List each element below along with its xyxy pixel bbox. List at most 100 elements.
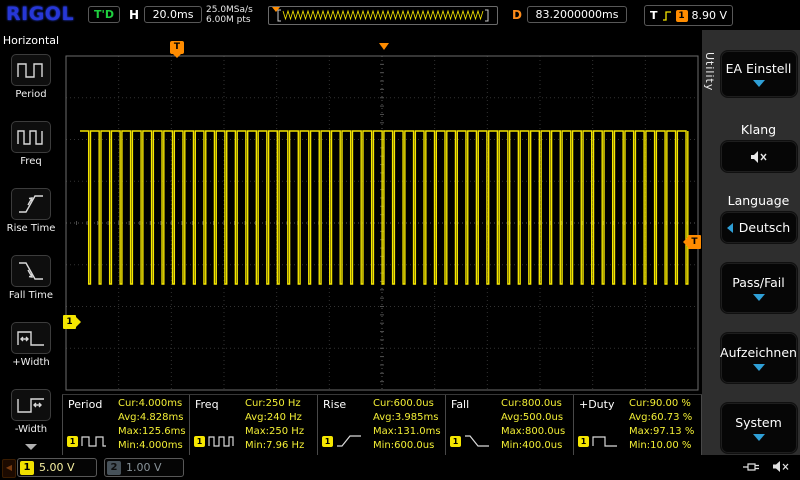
freq-avg: Avg:240 Hz (245, 411, 304, 425)
preview-waveform-icon (269, 8, 495, 23)
system-button[interactable]: System (720, 402, 798, 454)
duty-min: Min:10.00 % (629, 439, 694, 453)
rise-cur: Cur:600.0us (373, 397, 441, 411)
trigger-level-value: 8.90 V (692, 9, 728, 22)
freq-cur: Cur:250 Hz (245, 397, 304, 411)
utility-menu: Utility EA Einstell Klang Language Deuts… (702, 30, 800, 455)
klang-label: Klang (741, 122, 776, 137)
sample-rate: 25.0MSa/s (206, 5, 253, 15)
measurement-values: Cur:800.0us Avg:500.0us Max:800.0us Min:… (501, 397, 565, 453)
measure-item-label: Freq (20, 156, 41, 167)
aufzeichnen-button[interactable]: Aufzeichnen (720, 332, 798, 384)
channel1-offset-marker[interactable]: 1 (63, 315, 76, 329)
measure-item-rise-time[interactable]: Rise Time (7, 183, 56, 250)
period-avg: Avg:4.828ms (118, 411, 186, 425)
menu-collapse-button[interactable]: ◀ (2, 459, 16, 478)
fall-max: Max:800.0us (501, 425, 565, 439)
statusbar-icons (742, 460, 790, 473)
trigger-position-arrow (379, 43, 389, 50)
chevron-down-icon (753, 364, 765, 371)
period-icon (11, 54, 51, 86)
klang-mute-button[interactable] (720, 140, 798, 173)
measurement-panel-freq: Freq 1 Cur:250 Hz Avg:240 Hz Max:250 Hz … (190, 395, 318, 455)
preview-trigger-marker (272, 7, 280, 12)
trigger-source-badge: 1 (676, 10, 688, 22)
measurement-name: Period (68, 398, 102, 411)
channel1-scale: 5.00 V (39, 461, 75, 474)
channel2-status[interactable]: 2 1.00 V (104, 458, 184, 477)
measure-menu-title: Horizontal (3, 34, 59, 47)
usb-icon (742, 461, 762, 473)
fall-time-icon (11, 255, 51, 287)
language-label: Language (728, 193, 790, 208)
utility-tab: Utility (703, 52, 716, 91)
ea-einstell-button[interactable]: EA Einstell (720, 50, 798, 98)
waveform-preview (268, 6, 498, 25)
passfail-button[interactable]: Pass/Fail (720, 262, 798, 314)
delay-label: D (512, 8, 522, 22)
period-max: Max:125.6ms (118, 425, 186, 439)
language-button[interactable]: Deutsch (720, 211, 798, 244)
oscilloscope-screen: RIGOL T'D H 20.0ms 25.0MSa/s 6.00M pts D… (0, 0, 800, 480)
channel1-badge: 1 (578, 436, 589, 447)
trigger-edge-icon (662, 10, 672, 22)
trigger-readout: T 1 8.90 V (644, 5, 733, 26)
period-measure-icon: 1 (67, 434, 107, 448)
measure-item-freq[interactable]: Freq (11, 116, 51, 183)
ea-einstell-label: EA Einstell (726, 61, 792, 76)
chevron-left-icon (727, 223, 733, 233)
measurement-panel-duty: +Duty 1 Cur:90.00 % Avg:60.73 % Max:97.1… (574, 395, 702, 455)
fall-cur: Cur:800.0us (501, 397, 565, 411)
speaker-muted-icon (772, 460, 790, 473)
measure-item-label: -Width (15, 424, 47, 435)
period-cur: Cur:4.000ms (118, 397, 186, 411)
measure-item-minus-width[interactable]: -Width (11, 384, 51, 451)
acquisition-info: 25.0MSa/s 6.00M pts (206, 5, 253, 25)
channel1-badge: 1 (67, 436, 78, 447)
rise-time-icon (11, 188, 51, 220)
display-area: T T 1 (62, 30, 702, 394)
period-min: Min:4.000ms (118, 439, 186, 453)
rise-max: Max:131.0ms (373, 425, 441, 439)
trigger-level-marker[interactable]: T (688, 235, 701, 249)
scroll-down-icon[interactable] (25, 444, 37, 450)
channel2-scale: 1.00 V (126, 461, 162, 474)
topbar: RIGOL T'D H 20.0ms 25.0MSa/s 6.00M pts D… (0, 0, 800, 30)
measurement-values: Cur:600.0us Avg:3.985ms Max:131.0ms Min:… (373, 397, 441, 453)
passfail-label: Pass/Fail (732, 275, 785, 290)
fall-avg: Avg:500.0us (501, 411, 565, 425)
measurement-values: Cur:90.00 % Avg:60.73 % Max:97.13 % Min:… (629, 397, 694, 453)
chevron-down-icon (753, 80, 765, 87)
measurement-values: Cur:4.000ms Avg:4.828ms Max:125.6ms Min:… (118, 397, 186, 453)
freq-max: Max:250 Hz (245, 425, 304, 439)
language-value: Deutsch (739, 220, 790, 235)
channel1-badge: 1 (450, 436, 461, 447)
chevron-down-icon (753, 294, 765, 301)
scope-canvas (62, 30, 702, 394)
statusbar: ◀ 1 5.00 V 2 1.00 V (0, 455, 800, 480)
trigger-status-badge: T'D (88, 6, 120, 23)
memory-depth: 6.00M pts (206, 15, 253, 25)
measure-menu: Horizontal Period Freq Rise Time Fall Ti… (0, 30, 62, 455)
measurement-panel-rise: Rise 1 Cur:600.0us Avg:3.985ms Max:131.0… (318, 395, 446, 455)
delay-readout: D 83.2000000ms (512, 6, 627, 23)
measure-item-period[interactable]: Period (11, 49, 51, 116)
measure-item-label: Fall Time (9, 290, 53, 301)
duty-cur: Cur:90.00 % (629, 397, 694, 411)
measure-item-fall-time[interactable]: Fall Time (9, 250, 53, 317)
measurement-panel-period: Period 1 Cur:4.000ms Avg:4.828ms Max:125… (62, 395, 190, 455)
measure-item-label: Rise Time (7, 223, 56, 234)
channel1-badge: 1 (20, 461, 34, 475)
timebase-label: H (129, 8, 139, 22)
measure-item-plus-width[interactable]: +Width (11, 317, 51, 384)
channel1-badge: 1 (194, 436, 205, 447)
measurement-name: Rise (323, 398, 346, 411)
rise-measure-icon: 1 (322, 434, 362, 448)
system-label: System (735, 415, 782, 430)
plus-width-icon (11, 322, 51, 354)
trigger-label: T (650, 9, 658, 22)
measurement-panel-fall: Fall 1 Cur:800.0us Avg:500.0us Max:800.0… (446, 395, 574, 455)
channel1-status[interactable]: 1 5.00 V (17, 458, 97, 477)
trigger-position-flag[interactable]: T (170, 41, 184, 54)
rigol-logo: RIGOL (6, 3, 74, 25)
